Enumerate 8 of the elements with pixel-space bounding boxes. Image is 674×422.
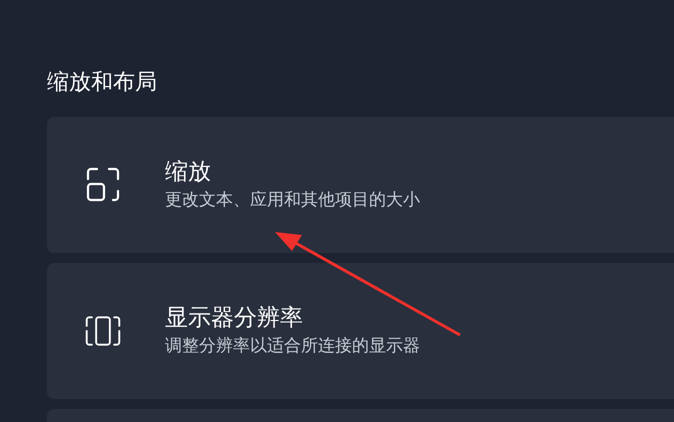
setting-description: 调整分辨率以适合所连接的显示器 bbox=[165, 335, 420, 358]
settings-card[interactable]: 显示器分辨率 调整分辨率以适合所连接的显示器 bbox=[47, 263, 674, 399]
settings-card[interactable]: 缩放 更改文本、应用和其他项目的大小 bbox=[47, 117, 674, 253]
setting-title: 显示器分辨率 bbox=[165, 304, 304, 333]
setting-description: 更改文本、应用和其他项目的大小 bbox=[165, 189, 420, 212]
scale-icon bbox=[85, 167, 121, 203]
setting-title: 缩放 bbox=[165, 158, 212, 187]
section-title: 缩放和布局 bbox=[46, 69, 158, 97]
